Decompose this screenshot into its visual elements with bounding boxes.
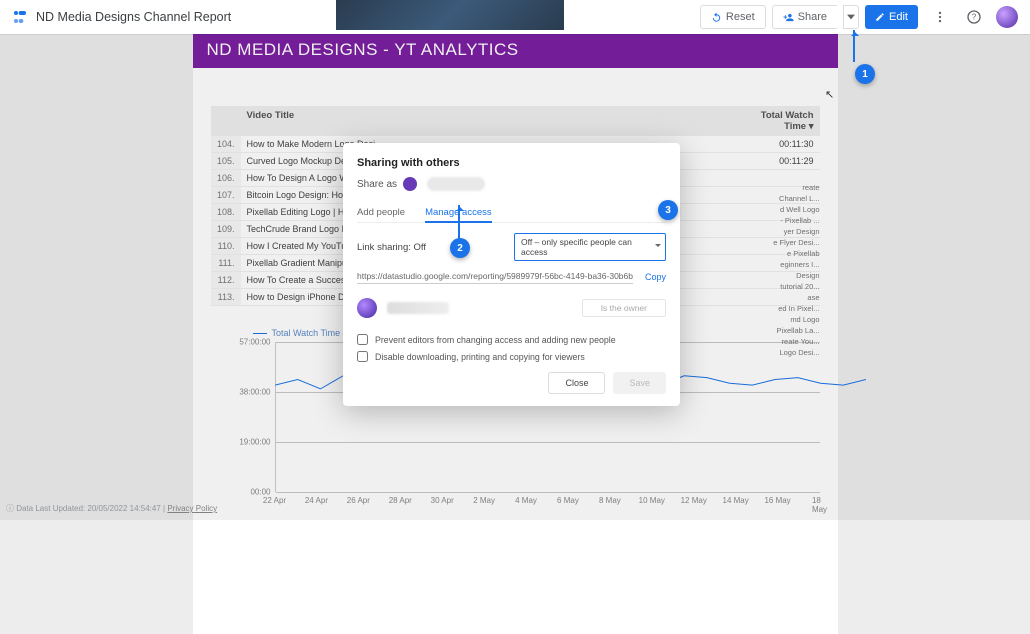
- table-right-snippets: reateChannel L...d Well Logo- Pixellab .…: [760, 182, 820, 358]
- share-as-avatar: [403, 177, 417, 191]
- header-image-thumbnail: [336, 0, 564, 30]
- share-dropdown-button[interactable]: [843, 5, 859, 29]
- share-dialog: Sharing with others Share as Add people …: [343, 143, 680, 406]
- owner-row: Is the owner: [357, 298, 666, 318]
- dialog-save-button[interactable]: Save: [613, 372, 666, 394]
- annotation-bubble-2: 2: [450, 238, 470, 258]
- chart-legend: Total Watch Time: [253, 328, 341, 338]
- help-button[interactable]: ?: [962, 5, 986, 29]
- col-watch-time[interactable]: Total Watch Time ▾: [750, 106, 820, 136]
- caret-down-icon: [847, 13, 855, 21]
- user-avatar[interactable]: [996, 6, 1018, 28]
- annotation-arrow-1: [853, 30, 855, 62]
- dialog-title: Sharing with others: [357, 157, 666, 169]
- person-add-icon: [783, 12, 794, 23]
- reset-button[interactable]: Reset: [700, 5, 766, 29]
- share-url-field[interactable]: [357, 269, 633, 284]
- mouse-cursor-icon: ↖: [825, 88, 834, 101]
- edit-button[interactable]: Edit: [865, 5, 918, 29]
- more-vert-icon: [933, 10, 947, 24]
- disable-download-checkbox[interactable]: Disable downloading, printing and copyin…: [357, 351, 666, 362]
- link-sharing-label: Link sharing: Off: [357, 242, 426, 253]
- x-axis-labels: 22 Apr24 Apr26 Apr28 Apr30 Apr2 May4 May…: [275, 492, 820, 496]
- dialog-tabs: Add people Manage access: [357, 203, 666, 223]
- copy-link-button[interactable]: Copy: [645, 272, 666, 282]
- tab-add-people[interactable]: Add people: [357, 203, 405, 222]
- annotation-bubble-3: 3: [658, 200, 678, 220]
- annotation-arrow-2: [458, 205, 460, 239]
- table-header: Video Title Total Watch Time ▾: [211, 106, 820, 136]
- link-sharing-dropdown[interactable]: Off – only specific people can access: [514, 233, 666, 261]
- datastudio-logo-icon: [12, 9, 28, 25]
- help-icon: ?: [966, 9, 982, 25]
- share-as-row: Share as: [357, 177, 666, 191]
- y-axis-labels: 00:0019:00:0038:00:0057:00:00: [229, 342, 273, 492]
- owner-role: Is the owner: [582, 299, 666, 317]
- privacy-policy-link[interactable]: Privacy Policy: [167, 504, 217, 513]
- owner-avatar: [357, 298, 377, 318]
- dialog-close-button[interactable]: Close: [548, 372, 605, 394]
- col-video-title[interactable]: Video Title: [241, 106, 750, 136]
- share-as-name: [427, 177, 485, 191]
- report-footer: ⓘ Data Last Updated: 20/05/2022 14:54:47…: [0, 503, 217, 514]
- owner-name: [387, 302, 449, 314]
- pencil-icon: [875, 12, 885, 22]
- app-header: ND Media Designs Channel Report Reset Sh…: [0, 0, 1030, 34]
- undo-icon: [711, 12, 722, 23]
- report-header-band: ND MEDIA DESIGNS - YT ANALYTICS: [193, 34, 838, 68]
- prevent-editors-checkbox[interactable]: Prevent editors from changing access and…: [357, 334, 666, 345]
- report-title: ND Media Designs Channel Report: [36, 10, 231, 24]
- svg-text:?: ?: [972, 13, 977, 22]
- annotation-bubble-1: 1: [855, 64, 875, 84]
- share-button[interactable]: Share: [772, 5, 837, 29]
- more-options-button[interactable]: [928, 5, 952, 29]
